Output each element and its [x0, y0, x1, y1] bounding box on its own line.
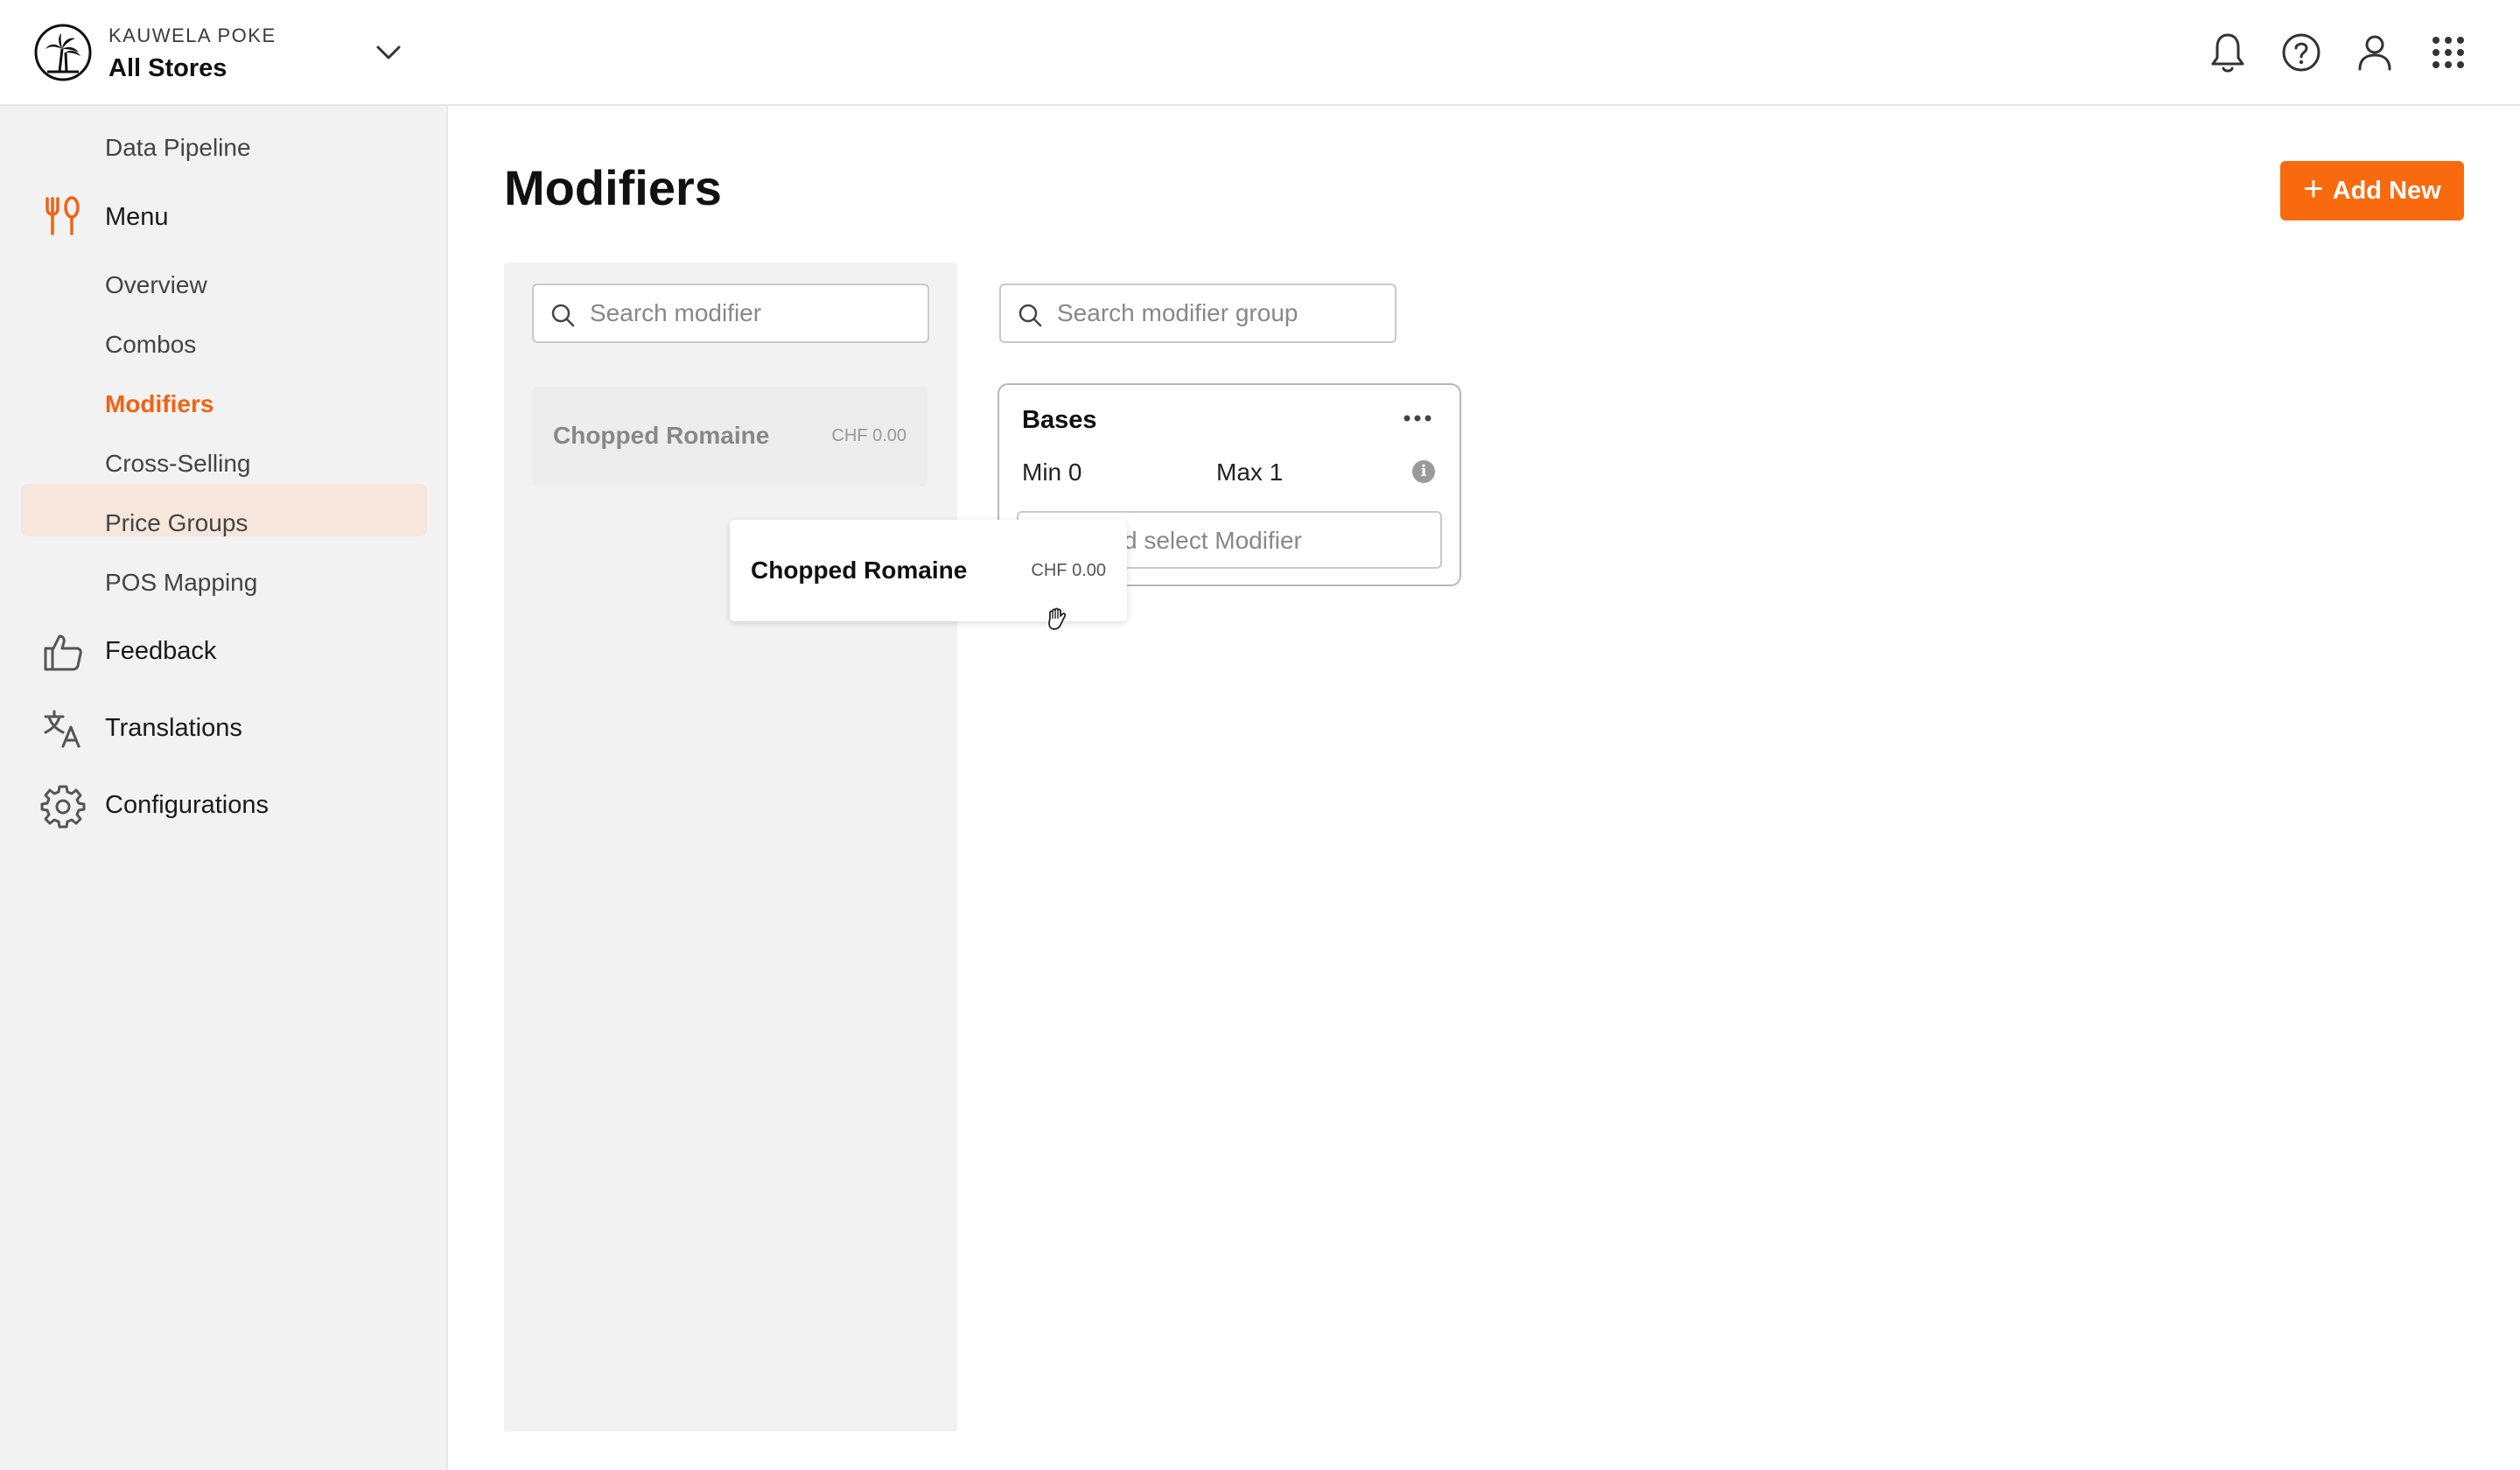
- sidebar-item-menu[interactable]: Menu: [105, 203, 169, 232]
- sidebar-item-price-groups[interactable]: Price Groups: [105, 509, 248, 537]
- dragging-modifier-price: CHF 0.00: [1031, 561, 1106, 580]
- top-header: KAUWELA POKE All Stores: [0, 0, 2520, 106]
- plus-icon: +: [2303, 170, 2324, 208]
- search-icon: [1018, 304, 1042, 327]
- sidebar-item-data-pipeline[interactable]: Data Pipeline: [105, 134, 251, 162]
- sidebar-item-cross-selling[interactable]: Cross-Selling: [105, 450, 251, 478]
- group-title: Bases: [1022, 406, 1097, 434]
- group-min: Min 0: [1022, 458, 1082, 486]
- store-switcher[interactable]: KAUWELA POKE All Stores: [108, 24, 276, 83]
- sidebar-item-overview[interactable]: Overview: [105, 271, 207, 299]
- gear-icon: [40, 785, 86, 829]
- translate-icon: [44, 710, 80, 748]
- notifications-icon[interactable]: [2203, 28, 2252, 77]
- search-modifier-group-input[interactable]: [1057, 294, 1381, 332]
- search-modifier-input[interactable]: [590, 294, 914, 332]
- apps-grid-icon[interactable]: [2424, 28, 2473, 77]
- grab-cursor-icon: [1048, 607, 1067, 630]
- sidebar-item-modifiers[interactable]: Modifiers: [105, 390, 214, 418]
- add-new-label: Add New: [2332, 176, 2441, 205]
- group-max: Max 1: [1216, 458, 1284, 486]
- info-icon[interactable]: i: [1412, 460, 1435, 483]
- sidebar-item-configurations[interactable]: Configurations: [105, 791, 269, 820]
- user-icon[interactable]: [2350, 28, 2399, 77]
- search-icon: [551, 304, 575, 327]
- sidebar-item-pos-mapping[interactable]: POS Mapping: [105, 569, 257, 597]
- search-modifier-group-field[interactable]: [999, 284, 1396, 343]
- more-options-icon[interactable]: [1400, 410, 1435, 427]
- sidebar-item-translations[interactable]: Translations: [105, 714, 242, 743]
- sidebar-item-feedback[interactable]: Feedback: [105, 637, 216, 666]
- thumbs-up-icon: [44, 634, 82, 671]
- store-name: All Stores: [108, 54, 228, 82]
- select-modifier-placeholder: d select Modifier: [1124, 527, 1302, 554]
- help-icon[interactable]: [2277, 28, 2326, 77]
- sidebar: Data Pipeline Menu Overview Combos Modif…: [0, 106, 448, 1470]
- sidebar-item-combos[interactable]: Combos: [105, 331, 196, 359]
- search-modifier-field[interactable]: [532, 284, 929, 343]
- brand-name: KAUWELA POKE: [108, 24, 276, 46]
- palm-tree-logo-icon[interactable]: [33, 23, 93, 82]
- dragging-modifier-name: Chopped Romaine: [751, 556, 968, 584]
- modifier-card[interactable]: Chopped Romaine CHF 0.00: [532, 387, 928, 486]
- modifier-name: Chopped Romaine: [553, 422, 770, 449]
- chevron-down-icon[interactable]: [371, 38, 406, 66]
- modifier-price: CHF 0.00: [831, 426, 906, 445]
- page-title: Modifiers: [504, 160, 722, 215]
- add-new-button[interactable]: + Add New: [2280, 161, 2464, 220]
- utensils-icon: [46, 196, 80, 235]
